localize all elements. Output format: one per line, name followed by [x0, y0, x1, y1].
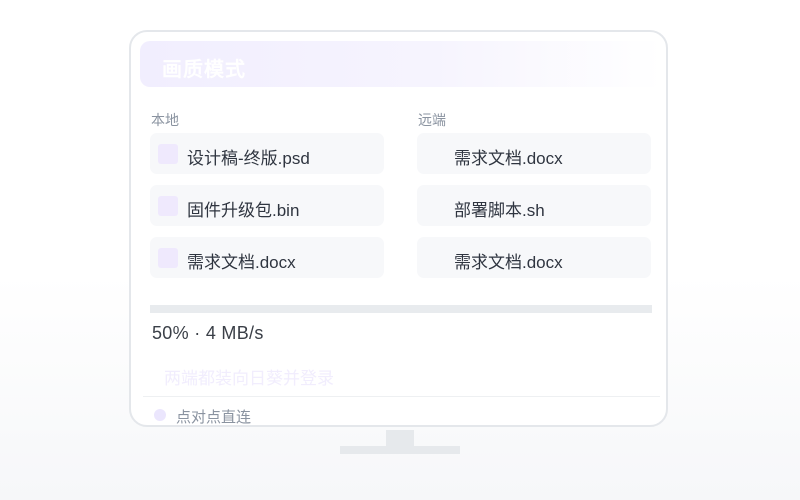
monitor-stand-neck	[386, 430, 414, 446]
remote-column-label: 远端	[418, 112, 446, 128]
local-file-item[interactable]: 设计稿-终版.psd	[150, 133, 384, 174]
remote-file-item[interactable]: 部署脚本.sh	[417, 185, 651, 226]
file-icon	[158, 196, 178, 216]
file-icon	[158, 144, 178, 164]
local-column-label: 本地	[151, 112, 179, 128]
connection-type-label: 点对点直连	[176, 409, 252, 426]
transfer-status-text: 50% · 4 MB/s	[152, 323, 264, 343]
status-dot-icon	[154, 409, 166, 421]
remote-file-name: 部署脚本.sh	[454, 201, 545, 220]
quality-mode-bar[interactable]: 画质模式	[140, 41, 663, 87]
remote-file-name: 需求文档.docx	[454, 253, 563, 272]
local-file-item[interactable]: 需求文档.docx	[150, 237, 384, 278]
transfer-progress-bar	[150, 305, 652, 313]
setup-hint-text: 两端都装向日葵并登录	[164, 369, 334, 388]
file-icon	[158, 248, 178, 268]
remote-file-name: 需求文档.docx	[454, 149, 563, 168]
local-file-name: 固件升级包.bin	[187, 201, 300, 220]
remote-file-item[interactable]: 需求文档.docx	[417, 237, 651, 278]
monitor-frame: 画质模式 本地 远端 设计稿-终版.psd 固件升级包.bin 需求文档.doc…	[129, 30, 668, 427]
local-file-name: 需求文档.docx	[187, 253, 296, 272]
local-file-name: 设计稿-终版.psd	[187, 149, 310, 168]
remote-file-item[interactable]: 需求文档.docx	[417, 133, 651, 174]
footer-divider	[143, 396, 660, 397]
transfer-progress-fill	[150, 305, 401, 313]
quality-mode-title: 画质模式	[162, 59, 246, 81]
monitor-stand-base	[340, 446, 460, 454]
local-file-item[interactable]: 固件升级包.bin	[150, 185, 384, 226]
